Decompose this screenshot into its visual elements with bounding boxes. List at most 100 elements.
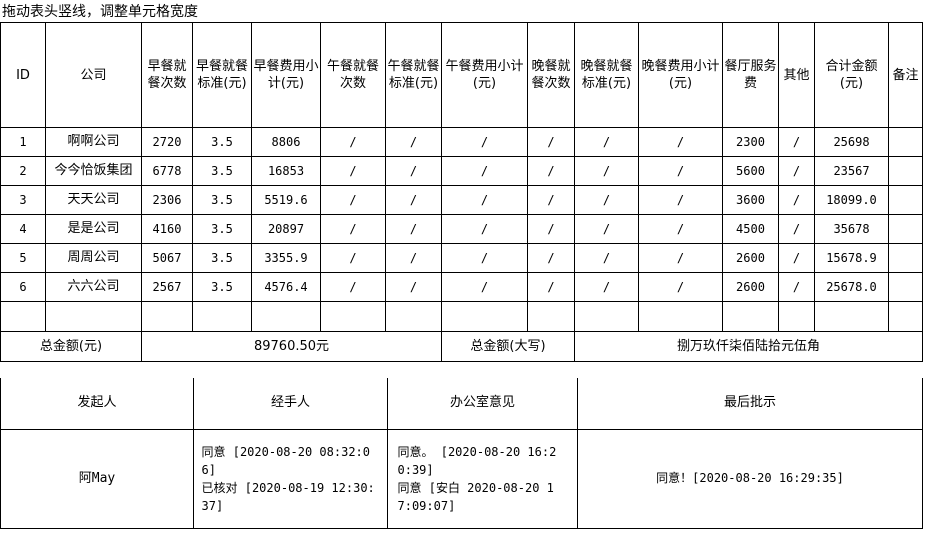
header-dinner-standard[interactable]: 晚餐就餐标准(元): [574, 22, 639, 128]
table-row[interactable]: 3 天天公司 2306 3.5 5519.6// / / //3600/18099.0: [0, 185, 923, 215]
cell-bf-sub[interactable]: 16853: [251, 156, 321, 186]
cell-di-count[interactable]: /: [527, 272, 575, 302]
header-breakfast-subtotal[interactable]: 早餐费用小计(元): [251, 22, 321, 128]
cell-bf-count[interactable]: 2567: [141, 272, 193, 302]
cell-bf-sub[interactable]: 5519.6: [251, 185, 321, 215]
header-lunch-count[interactable]: 午餐就餐次数: [320, 22, 386, 128]
cell-canteen[interactable]: 4500: [722, 214, 779, 244]
cell-canteen[interactable]: 2300: [722, 127, 779, 157]
cell-other[interactable]: /: [778, 127, 815, 157]
header-id[interactable]: ID: [0, 22, 46, 128]
empty-cell[interactable]: [888, 301, 923, 332]
cell-di-count[interactable]: /: [527, 214, 575, 244]
header-total[interactable]: 合计金额(元): [814, 22, 889, 128]
cell-remark[interactable]: [888, 185, 923, 215]
cell-di-count[interactable]: /: [527, 127, 575, 157]
empty-cell[interactable]: [141, 301, 193, 332]
header-company[interactable]: 公司: [45, 22, 142, 128]
table-row[interactable]: 1 啊啊公司 2720 3.5 8806// / / //2300/25698: [0, 127, 923, 157]
cell-di-sub[interactable]: /: [638, 272, 723, 302]
empty-cell[interactable]: [251, 301, 321, 332]
cell-company[interactable]: 是是公司: [45, 214, 142, 244]
cell-lu-sub[interactable]: /: [441, 272, 528, 302]
cell-total[interactable]: 18099.0: [814, 185, 889, 215]
empty-cell[interactable]: [574, 301, 639, 332]
cell-remark[interactable]: [888, 243, 923, 273]
cell-lu-std[interactable]: /: [385, 185, 442, 215]
cell-company[interactable]: 六六公司: [45, 272, 142, 302]
cell-bf-sub[interactable]: 8806: [251, 127, 321, 157]
cell-company[interactable]: 周周公司: [45, 243, 142, 273]
cell-bf-std[interactable]: 3.5: [192, 185, 252, 215]
cell-total[interactable]: 15678.9: [814, 243, 889, 273]
cell-lu-std[interactable]: /: [385, 243, 442, 273]
cell-bf-count[interactable]: 5067: [141, 243, 193, 273]
cell-lu-std[interactable]: /: [385, 127, 442, 157]
cell-other[interactable]: /: [778, 214, 815, 244]
cell-lu-sub[interactable]: /: [441, 243, 528, 273]
header-breakfast-count[interactable]: 早餐就餐次数: [141, 22, 193, 128]
cell-other[interactable]: /: [778, 156, 815, 186]
cell-di-std[interactable]: /: [574, 272, 639, 302]
cell-remark[interactable]: [888, 156, 923, 186]
cell-di-std[interactable]: /: [574, 127, 639, 157]
cell-lu-sub[interactable]: /: [441, 214, 528, 244]
cell-id[interactable]: 6: [0, 272, 46, 302]
cell-remark[interactable]: [888, 214, 923, 244]
cell-bf-sub[interactable]: 20897: [251, 214, 321, 244]
empty-cell[interactable]: [45, 301, 142, 332]
header-lunch-subtotal[interactable]: 午餐费用小计(元): [441, 22, 528, 128]
cell-di-std[interactable]: /: [574, 214, 639, 244]
cell-id[interactable]: 3: [0, 185, 46, 215]
header-other[interactable]: 其他: [778, 22, 815, 128]
cell-canteen[interactable]: 5600: [722, 156, 779, 186]
table-row[interactable]: 6 六六公司 2567 3.5 4576.4// / / //2600/25678.0: [0, 272, 923, 302]
header-dinner-subtotal[interactable]: 晚餐费用小计(元): [638, 22, 723, 128]
table-row[interactable]: 4 是是公司 4160 3.5 20897// / / //4500/35678: [0, 214, 923, 244]
cell-lu-count[interactable]: /: [320, 156, 386, 186]
cell-remark[interactable]: [888, 272, 923, 302]
empty-cell[interactable]: [778, 301, 815, 332]
cell-canteen[interactable]: 2600: [722, 272, 779, 302]
cell-canteen[interactable]: 2600: [722, 243, 779, 273]
cell-bf-count[interactable]: 6778: [141, 156, 193, 186]
cell-id[interactable]: 4: [0, 214, 46, 244]
table-row[interactable]: 5 周周公司 5067 3.5 3355.9// / / //2600/15678.9: [0, 243, 923, 273]
cell-lu-sub[interactable]: /: [441, 185, 528, 215]
empty-cell[interactable]: [722, 301, 779, 332]
cell-di-sub[interactable]: /: [638, 185, 723, 215]
cell-lu-count[interactable]: /: [320, 243, 386, 273]
cell-id[interactable]: 1: [0, 127, 46, 157]
cell-bf-count[interactable]: 2720: [141, 127, 193, 157]
cell-other[interactable]: /: [778, 272, 815, 302]
empty-cell[interactable]: [320, 301, 386, 332]
table-row[interactable]: 2 今今恰饭集团 6778 3.5 16853// / / //5600/23567: [0, 156, 923, 186]
cell-total[interactable]: 25678.0: [814, 272, 889, 302]
header-lunch-standard[interactable]: 午餐就餐标准(元): [385, 22, 442, 128]
cell-lu-sub[interactable]: /: [441, 156, 528, 186]
empty-row[interactable]: [0, 301, 923, 332]
cell-lu-sub[interactable]: /: [441, 127, 528, 157]
cell-canteen[interactable]: 3600: [722, 185, 779, 215]
empty-cell[interactable]: [192, 301, 252, 332]
cell-id[interactable]: 2: [0, 156, 46, 186]
empty-cell[interactable]: [0, 301, 46, 332]
cell-lu-std[interactable]: /: [385, 214, 442, 244]
cell-lu-count[interactable]: /: [320, 272, 386, 302]
cell-lu-count[interactable]: /: [320, 185, 386, 215]
cell-other[interactable]: /: [778, 185, 815, 215]
cell-di-std[interactable]: /: [574, 243, 639, 273]
header-breakfast-standard[interactable]: 早餐就餐标准(元): [192, 22, 252, 128]
cell-bf-std[interactable]: 3.5: [192, 272, 252, 302]
cell-di-sub[interactable]: /: [638, 243, 723, 273]
cell-remark[interactable]: [888, 127, 923, 157]
cell-di-count[interactable]: /: [527, 156, 575, 186]
cell-di-count[interactable]: /: [527, 185, 575, 215]
empty-cell[interactable]: [527, 301, 575, 332]
cell-lu-count[interactable]: /: [320, 127, 386, 157]
header-remark[interactable]: 备注: [888, 22, 923, 128]
cell-lu-count[interactable]: /: [320, 214, 386, 244]
cell-di-count[interactable]: /: [527, 243, 575, 273]
cell-lu-std[interactable]: /: [385, 156, 442, 186]
cell-di-sub[interactable]: /: [638, 156, 723, 186]
